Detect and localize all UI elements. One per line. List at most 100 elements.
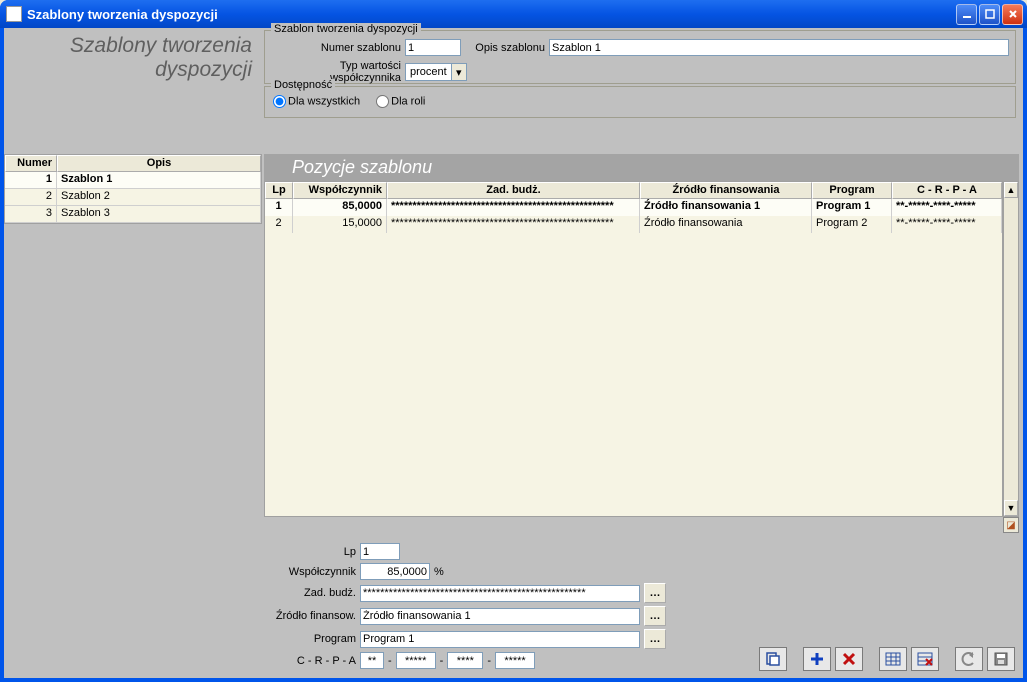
list-item-opis: Szablon 2 (57, 189, 261, 206)
add-button[interactable] (803, 647, 831, 671)
scroll-up-icon[interactable]: ▲ (1004, 182, 1018, 198)
wsp-input[interactable] (360, 563, 430, 580)
bottom-toolbar (264, 644, 1019, 674)
zrodlo-input[interactable] (360, 608, 640, 625)
col-zad-header: Zad. budż. (387, 182, 640, 199)
main-area: Pozycje szablonu Lp Współczynnik Zad. bu… (264, 154, 1019, 640)
radio-all-label: Dla wszystkich (288, 95, 360, 107)
numer-szablonu-label: Numer szablonu (271, 42, 401, 54)
x-icon (841, 651, 857, 667)
opis-szablonu-input[interactable] (549, 39, 1009, 56)
col-zrodlo-header: Źródło finansowania (640, 182, 812, 199)
col-program-header: Program (812, 182, 892, 199)
table-row[interactable]: 2 15,0000 ******************************… (265, 216, 1002, 233)
maximize-button[interactable] (979, 4, 1000, 25)
zrodlo-label: Źródło finansow. (270, 610, 356, 622)
list-item-opis: Szablon 1 (57, 172, 261, 189)
delete-button[interactable] (835, 647, 863, 671)
cell-wsp: 85,0000 (293, 199, 387, 216)
ellipsis-icon: … (650, 610, 661, 622)
copy-icon (765, 651, 781, 667)
app-icon (6, 6, 22, 22)
page-title: Szablony tworzenia dyspozycji (4, 28, 262, 100)
grid-options-icon[interactable]: ◪ (1003, 517, 1019, 533)
pozycje-scrollbar[interactable]: ▲ ▼ (1003, 181, 1019, 517)
typ-wartosci-combo[interactable]: procent ▾ (405, 63, 467, 81)
radio-role-input[interactable] (376, 95, 389, 108)
szablon-legend: Szablon tworzenia dyspozycji (271, 23, 421, 35)
zad-label: Zad. budż. (270, 587, 356, 599)
sidebar: Numer Opis 1 Szablon 1 2 Szablon 2 3 Sza… (4, 154, 262, 678)
pozycje-grid-header: Lp Współczynnik Zad. budż. Źródło finans… (265, 182, 1002, 199)
minimize-icon (962, 9, 972, 19)
close-icon (1008, 9, 1018, 19)
lp-label: Lp (270, 546, 356, 558)
list-item[interactable]: 3 Szablon 3 (5, 206, 261, 223)
undo-icon (961, 651, 977, 667)
radio-role[interactable]: Dla roli (376, 95, 425, 108)
col-opis-header: Opis (57, 155, 261, 172)
copy-button[interactable] (759, 647, 787, 671)
cell-zad: ****************************************… (387, 216, 640, 233)
chevron-down-icon: ▾ (451, 64, 466, 80)
table-button-2[interactable] (911, 647, 939, 671)
dostepnosc-groupbox: Dostępność Dla wszystkich Dla roli (264, 86, 1016, 118)
szablony-list[interactable]: Numer Opis 1 Szablon 1 2 Szablon 2 3 Sza… (4, 154, 262, 224)
szablony-list-header: Numer Opis (5, 155, 261, 172)
lp-input[interactable] (360, 543, 400, 560)
zrodlo-browse-button[interactable]: … (644, 606, 666, 626)
cell-program: Program 1 (812, 199, 892, 216)
cell-zrodlo: Źródło finansowania 1 (640, 199, 812, 216)
zad-input[interactable] (360, 585, 640, 602)
close-button[interactable] (1002, 4, 1023, 25)
cell-wsp: 15,0000 (293, 216, 387, 233)
radio-all[interactable]: Dla wszystkich (273, 95, 360, 108)
col-lp-header: Lp (265, 182, 293, 199)
client-area: Szablony tworzenia dyspozycji Szablon tw… (4, 28, 1023, 678)
maximize-icon (985, 9, 995, 19)
szablon-groupbox: Szablon tworzenia dyspozycji Numer szabl… (264, 30, 1016, 84)
numer-szablonu-input[interactable] (405, 39, 461, 56)
list-item-num: 3 (5, 206, 57, 223)
pozycje-grid[interactable]: Lp Współczynnik Zad. budż. Źródło finans… (264, 181, 1003, 517)
list-item-num: 1 (5, 172, 57, 189)
dostepnosc-legend: Dostępność (271, 79, 335, 91)
cell-zrodlo: Źródło finansowania (640, 216, 812, 233)
pozycje-section-title: Pozycje szablonu (264, 154, 1019, 181)
zad-browse-button[interactable]: … (644, 583, 666, 603)
titlebar: Szablony tworzenia dyspozycji (0, 0, 1027, 28)
opis-szablonu-label: Opis szablonu (467, 42, 545, 54)
cell-crpa: **-*****-****-***** (892, 216, 1002, 233)
list-item[interactable]: 1 Szablon 1 (5, 172, 261, 189)
cell-lp: 2 (265, 216, 293, 233)
col-wsp-header: Współczynnik (293, 182, 387, 199)
minimize-button[interactable] (956, 4, 977, 25)
app-window: Szablony tworzenia dyspozycji Szablony t… (0, 0, 1027, 682)
typ-wartosci-value: procent (406, 66, 451, 78)
table-button-1[interactable] (879, 647, 907, 671)
table-icon (885, 651, 901, 667)
list-item-opis: Szablon 3 (57, 206, 261, 223)
wsp-label: Współczynnik (270, 566, 356, 578)
save-icon (993, 651, 1009, 667)
radio-all-input[interactable] (273, 95, 286, 108)
undo-button[interactable] (955, 647, 983, 671)
wsp-suffix: % (434, 566, 444, 578)
radio-role-label: Dla roli (391, 95, 425, 107)
cell-crpa: **-*****-****-***** (892, 199, 1002, 216)
cell-zad: ****************************************… (387, 199, 640, 216)
save-button[interactable] (987, 647, 1015, 671)
table-row[interactable]: 1 85,0000 ******************************… (265, 199, 1002, 216)
ellipsis-icon: … (650, 587, 661, 599)
table-delete-icon (917, 651, 933, 667)
list-item-num: 2 (5, 189, 57, 206)
cell-program: Program 2 (812, 216, 892, 233)
cell-lp: 1 (265, 199, 293, 216)
window-title: Szablony tworzenia dyspozycji (27, 7, 218, 22)
plus-icon (809, 651, 825, 667)
szablony-list-body: 1 Szablon 1 2 Szablon 2 3 Szablon 3 (5, 172, 261, 223)
list-item[interactable]: 2 Szablon 2 (5, 189, 261, 206)
scroll-down-icon[interactable]: ▼ (1004, 500, 1018, 516)
col-numer-header: Numer (5, 155, 57, 172)
col-crpa-header: C - R - P - A (892, 182, 1002, 199)
